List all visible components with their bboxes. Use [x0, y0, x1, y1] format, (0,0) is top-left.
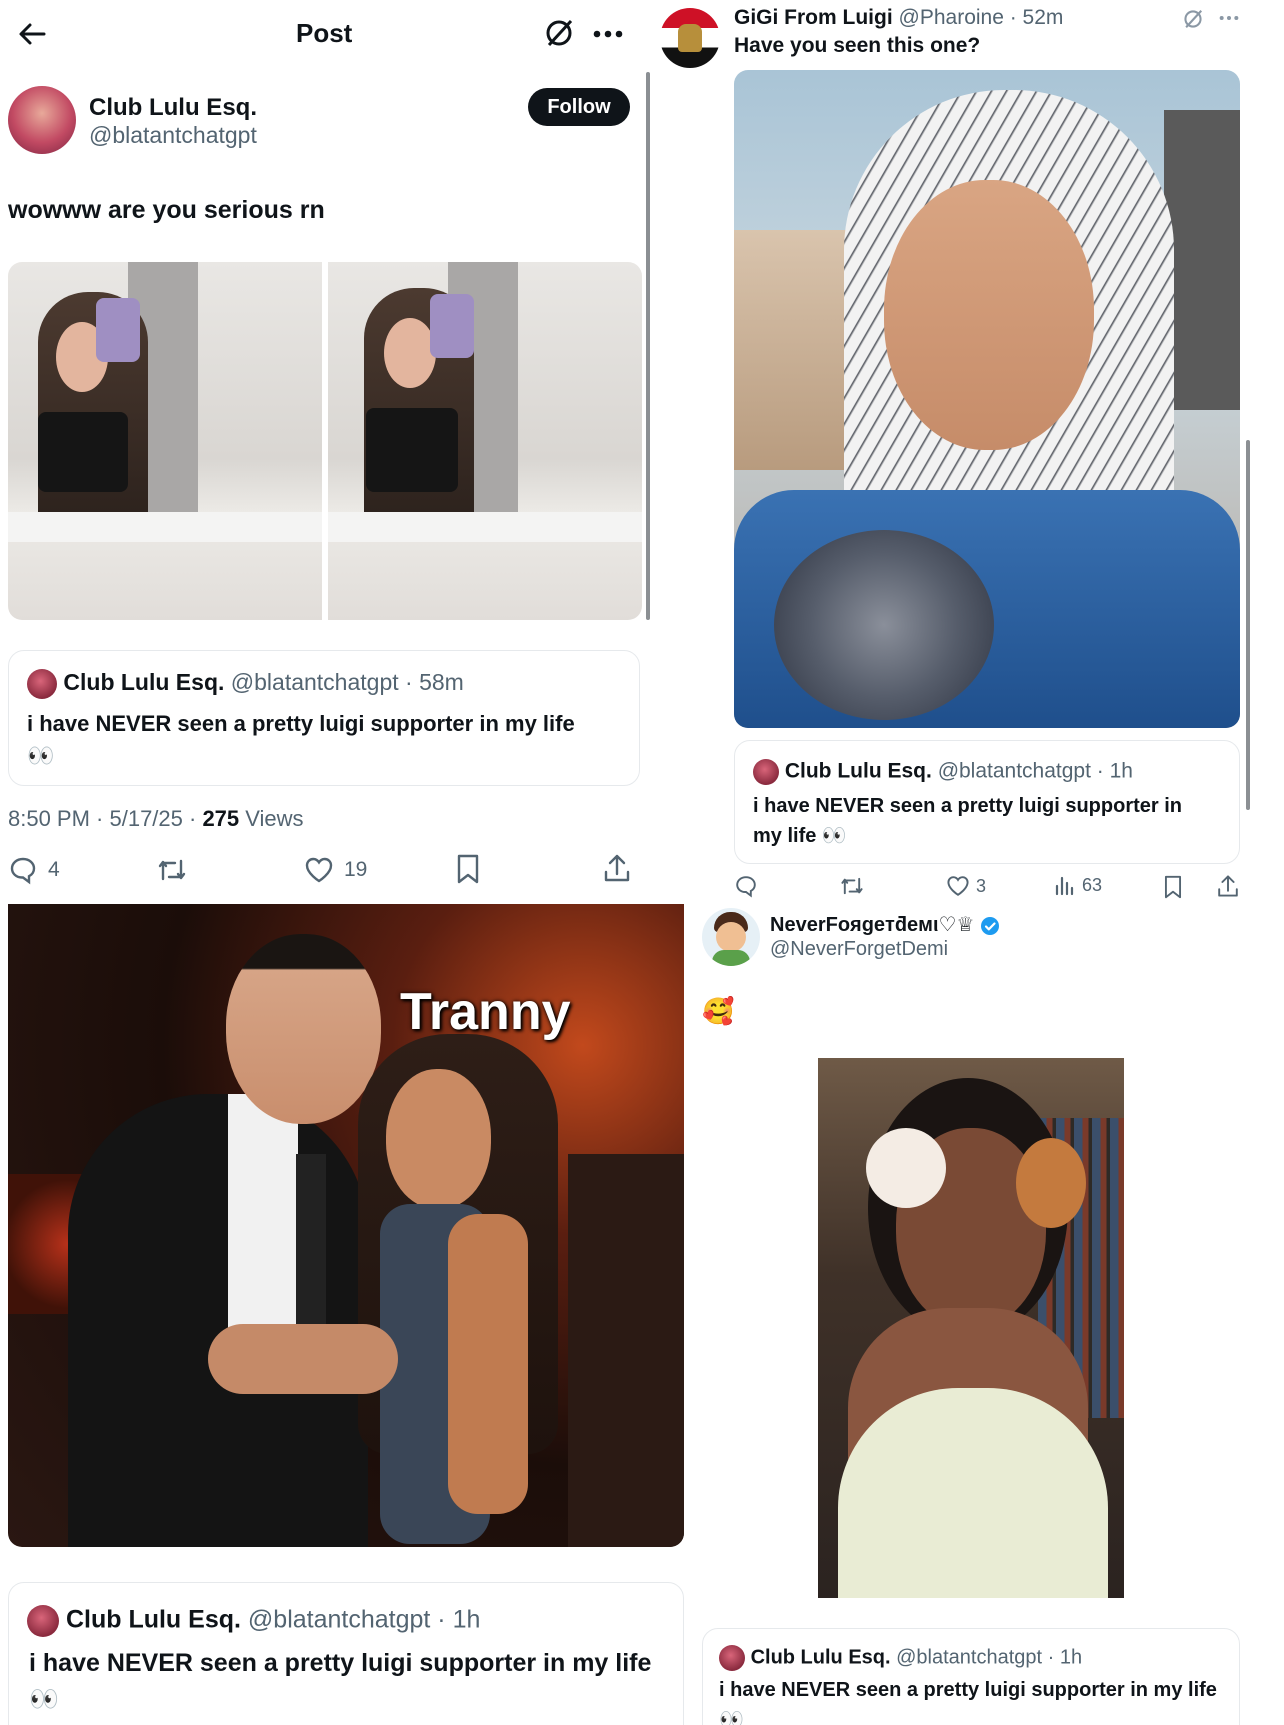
- avatar[interactable]: [8, 86, 76, 154]
- back-arrow-icon[interactable]: [16, 18, 48, 50]
- share-icon: [602, 852, 632, 884]
- grok-icon[interactable]: [543, 17, 575, 49]
- quote-text-line2: my life 👀: [753, 825, 847, 847]
- tweet-image-1[interactable]: [8, 262, 322, 620]
- retweet-icon: [838, 874, 866, 898]
- bookmark-icon: [1162, 874, 1184, 900]
- quote-emoji: 👀: [27, 743, 55, 768]
- tweet-image[interactable]: [818, 1058, 1124, 1598]
- like-count: 19: [344, 858, 368, 881]
- quoted-tweet[interactable]: Club Lulu Esq. @blatantchatgpt · 1h i ha…: [734, 740, 1240, 864]
- scrollbar[interactable]: [646, 72, 650, 620]
- author-handle-time[interactable]: @Pharoine · 52m: [899, 6, 1064, 29]
- follow-button[interactable]: Follow: [528, 88, 630, 126]
- author-handle[interactable]: @blatantchatgpt: [89, 122, 257, 149]
- quoted-tweet-bottom-left[interactable]: Club Lulu Esq. @blatantchatgpt · 1h i ha…: [8, 1582, 684, 1725]
- more-icon[interactable]: [1218, 10, 1240, 26]
- share-icon: [1216, 873, 1240, 899]
- tweet-image-2[interactable]: [328, 262, 642, 620]
- page-title: Post: [296, 18, 353, 48]
- views-count: 275: [202, 806, 240, 831]
- views-button[interactable]: 63: [1054, 874, 1102, 896]
- quote-text: i have NEVER seen a pretty luigi support…: [29, 1649, 652, 1677]
- tweet-text: 🥰: [702, 996, 735, 1026]
- retweet-icon: [155, 855, 189, 885]
- couple-photo[interactable]: Tranny: [8, 904, 684, 1547]
- author-handle[interactable]: @NeverForgetDemi: [770, 938, 948, 961]
- reply-button[interactable]: [734, 874, 758, 898]
- quote-author-name: Club Lulu Esq.: [784, 759, 932, 783]
- retweet-button[interactable]: [838, 874, 866, 898]
- quote-emoji: 👀: [719, 1709, 744, 1725]
- views-count: 63: [1082, 874, 1103, 895]
- tweet-text: wowww are you serious rn: [8, 196, 325, 224]
- timestamp: 8:50 PM · 5/17/25 ·: [8, 806, 203, 831]
- quoted-tweet-bottom-right[interactable]: Club Lulu Esq. @blatantchatgpt · 1h i ha…: [702, 1628, 1240, 1725]
- quote-text-line1: i have NEVER seen a pretty luigi support…: [753, 795, 1182, 817]
- quote-handle-time: @blatantchatgpt · 58m: [230, 669, 464, 696]
- share-button[interactable]: [602, 852, 632, 884]
- bookmark-button[interactable]: [1162, 874, 1184, 900]
- tweet-text: Have you seen this one?: [734, 34, 981, 57]
- verified-badge-icon: [980, 916, 1000, 936]
- bookmark-button[interactable]: [454, 853, 482, 885]
- avatar[interactable]: [660, 8, 720, 68]
- quote-emoji: 👀: [29, 1686, 59, 1713]
- tweet-image[interactable]: [734, 70, 1240, 728]
- quote-handle-time: @blatantchatgpt · 1h: [937, 759, 1133, 783]
- quote-author-name: Club Lulu Esq.: [750, 1646, 891, 1669]
- like-icon: [946, 874, 970, 898]
- quote-author-name: Club Lulu Esq.: [63, 669, 225, 696]
- quote-avatar: [719, 1645, 745, 1671]
- tweet-header: NeverFoяgeтƌeмι♡♕: [770, 912, 1000, 937]
- author-name[interactable]: NeverFoяgeтƌeмι♡♕: [770, 914, 974, 936]
- scrollbar[interactable]: [1246, 440, 1250, 810]
- grok-icon[interactable]: [1182, 8, 1204, 30]
- retweet-button[interactable]: [155, 855, 189, 885]
- author-name[interactable]: Club Lulu Esq.: [89, 94, 257, 122]
- quote-avatar: [27, 1605, 59, 1637]
- quote-handle-time: @blatantchatgpt · 1h: [247, 1605, 481, 1634]
- quoted-tweet[interactable]: Club Lulu Esq. @blatantchatgpt · 58m i h…: [8, 650, 640, 786]
- like-button[interactable]: 19: [304, 855, 367, 885]
- reply-count: 4: [48, 858, 60, 881]
- author-name[interactable]: GiGi From Luigi: [734, 6, 893, 29]
- share-button[interactable]: [1216, 873, 1240, 899]
- views-icon: [1054, 874, 1076, 896]
- quote-text: i have NEVER seen a pretty luigi support…: [27, 711, 575, 736]
- meme-overlay-text: Tranny: [400, 983, 571, 1041]
- avatar[interactable]: [702, 908, 760, 966]
- bookmark-icon: [454, 853, 482, 885]
- quote-avatar: [753, 759, 779, 785]
- reply-icon: [734, 874, 758, 898]
- quote-text: i have NEVER seen a pretty luigi support…: [719, 1679, 1217, 1701]
- quote-avatar: [27, 669, 57, 699]
- reply-icon: [8, 855, 38, 885]
- views-label: Views: [239, 806, 304, 831]
- quote-handle-time: @blatantchatgpt · 1h: [896, 1646, 1083, 1669]
- more-icon[interactable]: [592, 22, 624, 46]
- tweet-meta: 8:50 PM · 5/17/25 · 275 Views: [8, 806, 304, 832]
- quote-author-name: Club Lulu Esq.: [65, 1605, 241, 1634]
- like-button[interactable]: 3: [946, 874, 986, 898]
- like-count: 3: [976, 875, 987, 896]
- tweet-header: GiGi From Luigi @Pharoine · 52m: [734, 6, 1063, 30]
- reply-button[interactable]: 4: [8, 855, 60, 885]
- like-icon: [304, 855, 334, 885]
